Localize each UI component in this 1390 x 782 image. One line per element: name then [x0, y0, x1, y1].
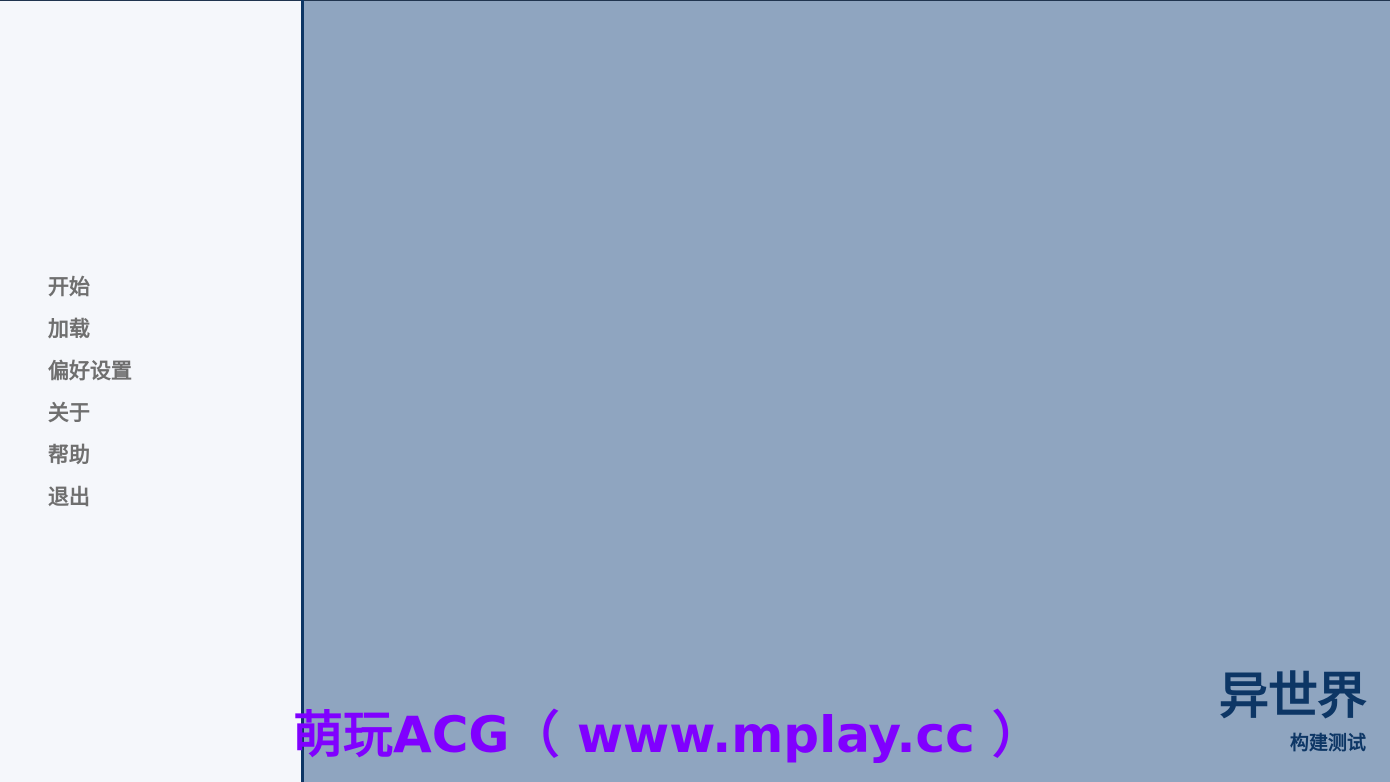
menu-item-quit[interactable]: 退出 [48, 479, 132, 521]
main-menu: 开始 加载 偏好设置 关于 帮助 退出 [48, 269, 132, 521]
build-label: 构建测试 [1289, 732, 1366, 754]
menu-item-start[interactable]: 开始 [48, 269, 132, 311]
sidebar-divider [301, 0, 304, 782]
site-watermark: 萌玩ACG（ www.mplay.cc ） [293, 706, 1043, 764]
menu-item-load[interactable]: 加载 [48, 311, 132, 353]
menu-item-preferences[interactable]: 偏好设置 [48, 353, 132, 395]
game-title: 异世界 [1219, 667, 1367, 725]
main-menu-sidebar: 开始 加载 偏好设置 关于 帮助 退出 [0, 1, 301, 782]
game-logo: 异世界 构建测试 [1219, 664, 1367, 756]
game-main-menu-screen: 开始 加载 偏好设置 关于 帮助 退出 萌玩ACG（ www.mplay.cc … [0, 0, 1390, 782]
menu-item-about[interactable]: 关于 [48, 395, 132, 437]
menu-item-help[interactable]: 帮助 [48, 437, 132, 479]
